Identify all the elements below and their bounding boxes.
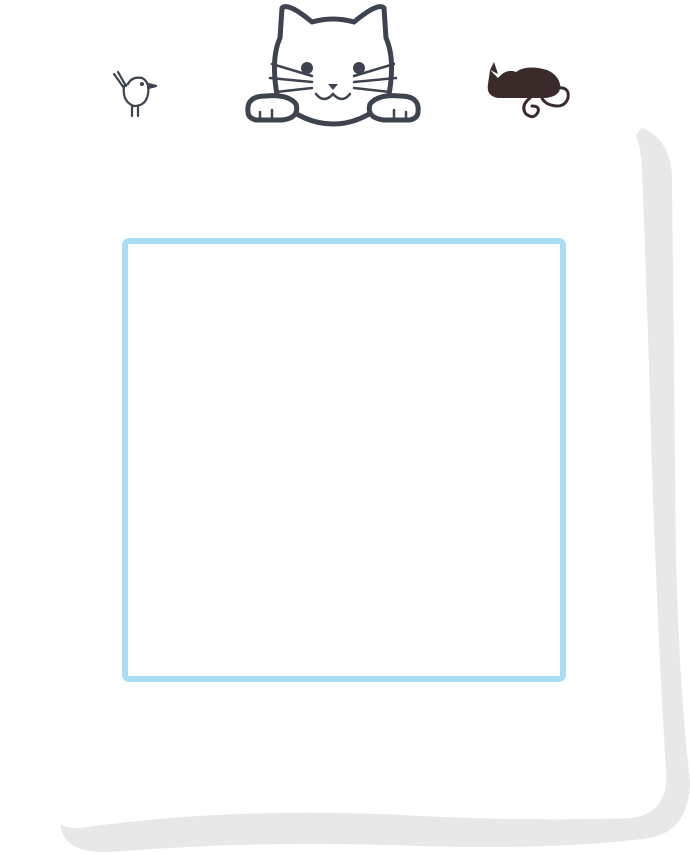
cat-face-icon xyxy=(245,4,421,127)
sleeping-cat-icon xyxy=(487,62,570,119)
bird-icon xyxy=(112,70,158,118)
empty-photo-frame xyxy=(122,238,566,682)
canvas xyxy=(0,0,690,854)
